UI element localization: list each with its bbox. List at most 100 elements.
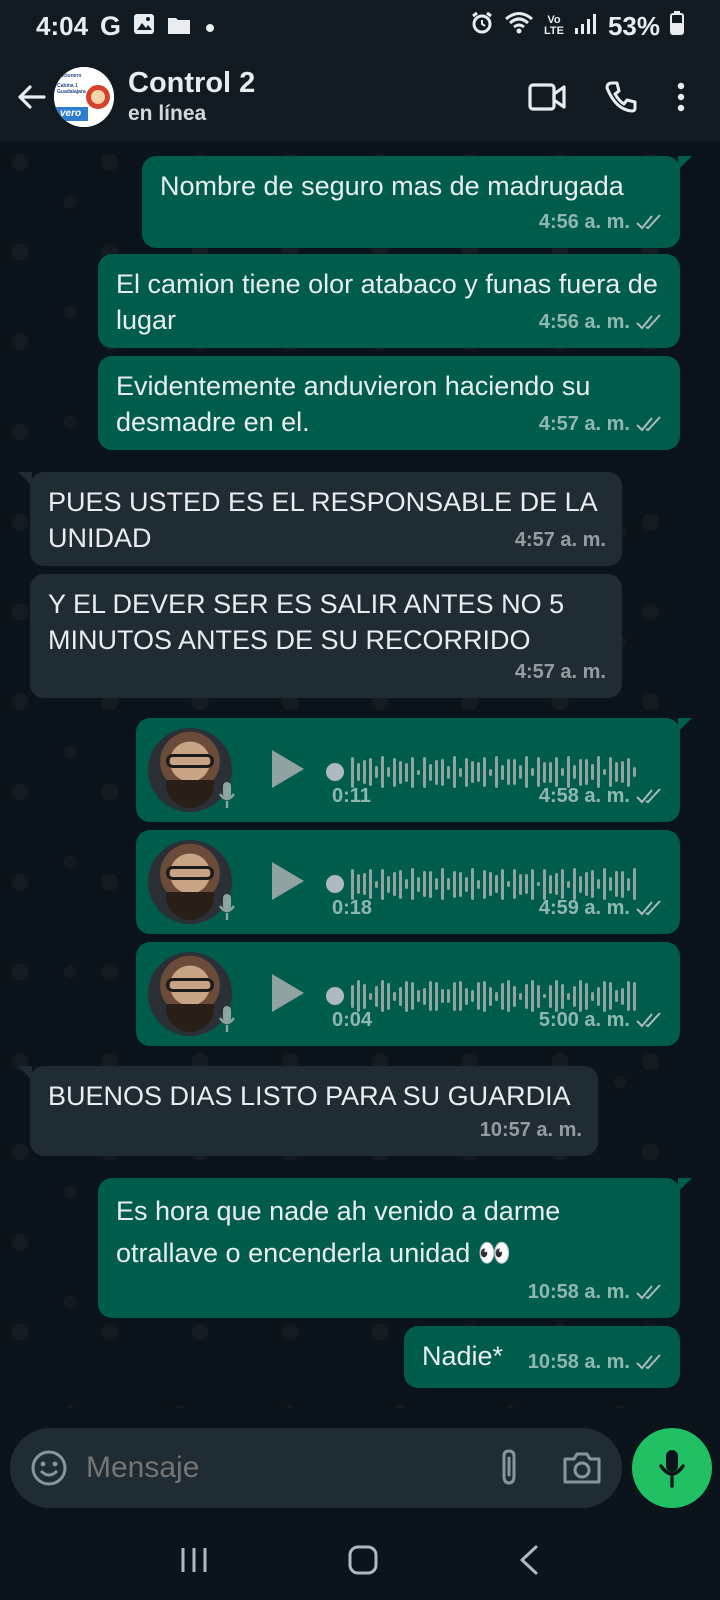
camera-icon[interactable]	[562, 1451, 602, 1485]
waveform-bar	[567, 992, 570, 1000]
waveform-bar	[423, 987, 426, 1005]
message-outgoing[interactable]: Evidentemente anduvieron haciendo su des…	[98, 356, 680, 450]
message-outgoing[interactable]: Es hora que nade ah venido a darme otral…	[98, 1178, 692, 1318]
attach-icon[interactable]	[494, 1448, 524, 1488]
message-incoming[interactable]: BUENOS DIAS LISTO PARA SU GUARDIA 10:57 …	[18, 1066, 598, 1156]
signal-icon	[574, 11, 598, 42]
waveform-bar	[465, 876, 468, 892]
waveform-bar	[453, 981, 456, 1011]
double-check-icon	[636, 1354, 661, 1370]
waveform-bar	[381, 868, 384, 900]
message-text: Y EL DEVER SER ES SALIR ANTES NO 5 MINUT…	[48, 589, 565, 655]
avatar-line-4: vero	[60, 108, 82, 119]
message-time: 4:57 a. m.	[514, 529, 606, 551]
waveform-bar	[519, 873, 522, 895]
waveform-bar	[531, 768, 534, 776]
voice-duration: 0:11	[332, 785, 371, 807]
message-incoming[interactable]: Y EL DEVER SER ES SALIR ANTES NO 5 MINUT…	[30, 574, 622, 698]
waveform-bar	[495, 991, 498, 1001]
message-outgoing[interactable]: Nombre de seguro mas de madrugada 4:56 a…	[142, 156, 692, 248]
presence-status: en línea	[128, 102, 207, 125]
waveform-bar	[615, 990, 618, 1002]
waveform-bar	[477, 762, 480, 782]
waveform-bar	[393, 757, 396, 787]
waveform-bar	[465, 757, 468, 787]
chat-area[interactable]: Nombre de seguro mas de madrugada 4:56 a…	[0, 142, 720, 1408]
waveform-bar	[537, 882, 540, 886]
double-check-icon	[636, 416, 661, 432]
waveform-bar	[465, 987, 468, 1005]
mic-badge-icon	[219, 894, 235, 920]
home-icon[interactable]	[347, 1544, 379, 1576]
waveform-bar	[591, 991, 594, 1001]
waveform-bar	[423, 756, 426, 788]
play-icon[interactable]	[270, 972, 306, 1014]
battery-percent: 53%	[607, 10, 660, 41]
waveform-bar	[489, 986, 492, 1006]
eyes-emoji: 👀	[477, 1238, 512, 1268]
mic-badge-icon	[219, 1006, 235, 1032]
waveform-bar	[495, 756, 498, 788]
double-check-icon	[636, 314, 661, 330]
alarm-icon	[470, 11, 494, 42]
waveform-bar	[501, 764, 504, 780]
back-button[interactable]	[4, 52, 60, 142]
message-incoming[interactable]: PUES USTED ES EL RESPONSABLE DE LA UNIDA…	[18, 472, 622, 566]
waveform-bar	[429, 981, 432, 1011]
waveform-bar	[459, 871, 462, 897]
waveform-bar	[513, 985, 516, 1007]
waveform-bar	[447, 765, 450, 779]
contact-avatar[interactable]: Racionero Cabina 1 Guadalajara vero	[54, 67, 114, 127]
waveform-bar	[471, 761, 474, 783]
waveform-bar	[513, 759, 516, 785]
video-call-icon[interactable]	[528, 82, 566, 112]
more-options-icon[interactable]	[676, 82, 686, 112]
message-time: 4:57 a. m.	[538, 413, 630, 435]
play-icon[interactable]	[270, 860, 306, 902]
recent-apps-icon[interactable]	[179, 1545, 209, 1575]
waveform-bar	[501, 982, 504, 1010]
emoji-icon[interactable]	[30, 1449, 68, 1487]
message-outgoing[interactable]: El camion tiene olor atabaco y funas fue…	[98, 254, 680, 348]
message-time: 5:00 a. m.	[538, 1009, 630, 1031]
waveform-bar	[633, 767, 636, 777]
voice-message[interactable]: 0:11 4:58 a. m.	[136, 718, 692, 822]
waveform-bar	[435, 759, 438, 785]
waveform-bar	[507, 881, 510, 887]
waveform-bar	[441, 758, 444, 786]
waveform-bar	[609, 877, 612, 891]
message-time: 10:57 a. m.	[479, 1119, 582, 1141]
phone-call-icon[interactable]	[604, 80, 638, 114]
message-input[interactable]	[86, 1451, 494, 1485]
voice-message[interactable]: 0:18 4:59 a. m.	[136, 830, 680, 934]
voice-record-button[interactable]	[632, 1428, 712, 1508]
message-time: 4:58 a. m.	[538, 785, 630, 807]
avatar-line-1: Racionero	[57, 73, 82, 79]
voice-duration: 0:04	[332, 1009, 373, 1031]
back-nav-icon[interactable]	[517, 1544, 541, 1576]
waveform-bar	[387, 875, 390, 893]
waveform-bar	[441, 868, 444, 900]
volte-icon: Vo LTE	[544, 15, 564, 37]
waveform-bar	[531, 868, 534, 900]
double-check-icon	[636, 214, 661, 230]
message-outgoing[interactable]: Nadie* 10:58 a. m.	[404, 1326, 680, 1388]
waveform-bar	[393, 872, 396, 896]
double-check-icon	[636, 788, 661, 804]
waveform-bar	[399, 760, 402, 784]
message-time: 4:57 a. m.	[514, 661, 606, 683]
waveform-bar	[453, 870, 456, 898]
waveform-bar	[501, 868, 504, 900]
contact-info[interactable]: Control 2 en línea	[128, 66, 255, 128]
waveform-bar	[447, 989, 450, 1003]
chat-title: Control 2	[128, 67, 256, 99]
message-composer	[10, 1428, 622, 1508]
status-bar: 4:04 G Vo LTE 53%	[0, 0, 720, 52]
play-icon[interactable]	[270, 748, 306, 790]
waveform-bar	[435, 878, 438, 890]
waveform-bar	[471, 990, 474, 1002]
microphone-icon	[659, 1450, 685, 1488]
waveform-bar	[483, 757, 486, 787]
status-time: 4:04	[36, 10, 89, 41]
voice-message[interactable]: 0:04 5:00 a. m.	[136, 942, 680, 1046]
